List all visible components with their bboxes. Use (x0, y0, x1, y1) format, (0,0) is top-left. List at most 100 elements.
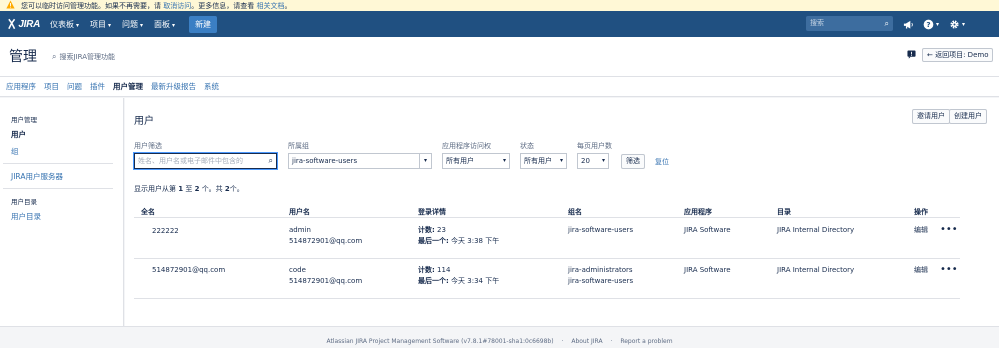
footer-about-link[interactable]: About JIRA (571, 338, 602, 345)
user-fullname-link[interactable]: 222222 (152, 226, 179, 236)
status-select[interactable]: 所有用户 ▾ (520, 153, 567, 169)
quick-search-input[interactable]: 搜索 ⌕ (806, 16, 893, 31)
menu-issues[interactable]: 问题 ▾ (122, 19, 143, 30)
back-to-project-button[interactable]: ← 返回项目: Demo (922, 48, 994, 62)
tab-projects[interactable]: 项目 (44, 81, 59, 92)
tab-system[interactable]: 系统 (204, 81, 219, 92)
results-summary: 显示用户从第 1 至 2 个。共 2个。 (134, 184, 244, 194)
table-row: 222222 admin 514872901@qq.com 计数: 23 最后一… (134, 219, 960, 259)
login-last-value: 今天 3:38 下午 (451, 237, 500, 245)
sidebar-heading-user-directories: 用户目录 (11, 198, 37, 206)
menu-dashboards-label: 仪表板 (50, 19, 74, 29)
per-page-select[interactable]: 20 ▾ (577, 153, 609, 169)
menu-projects-label: 项目 (90, 19, 107, 29)
menu-dashboards[interactable]: 仪表板 ▾ (50, 19, 79, 30)
user-application: JIRA Software (684, 226, 731, 234)
menu-boards[interactable]: 面板 ▾ (154, 19, 175, 30)
group-link[interactable]: jira-administrators (568, 265, 633, 275)
footer-report-link[interactable]: Report a problem (620, 338, 672, 345)
help-icon: ? (923, 19, 934, 29)
menu-projects[interactable]: 项目 ▾ (90, 19, 111, 30)
more-actions-button[interactable]: ••• (940, 264, 958, 275)
banner-text-middle: 。更多信息，请查看 (191, 2, 255, 10)
more-actions-button[interactable]: ••• (940, 224, 958, 235)
user-filter-label: 用户筛选 (134, 142, 162, 150)
admin-search-input[interactable]: ⌕ 搜索JIRA管理功能 (52, 52, 115, 62)
column-username: 用户名 (289, 208, 310, 216)
summary-prefix: 显示用户从第 (134, 185, 176, 193)
group-link[interactable]: jira-software-users (568, 225, 633, 235)
sidebar-item-user-directories[interactable]: 用户目录 (11, 211, 123, 222)
sidebar-divider (3, 188, 113, 189)
user-email-link[interactable]: 514872901@qq.com (289, 276, 362, 286)
megaphone-icon[interactable] (903, 17, 914, 31)
column-directory: 目录 (777, 208, 791, 216)
edit-user-link[interactable]: 编辑 (914, 265, 928, 275)
login-count: 计数: 23 (418, 225, 446, 235)
tab-addons[interactable]: 插件 (90, 81, 105, 92)
quick-search-placeholder: 搜索 (810, 19, 824, 27)
section-heading: 用户 (134, 116, 154, 127)
user-directory: JIRA Internal Directory (777, 226, 855, 234)
user-email-link[interactable]: 514872901@qq.com (289, 236, 362, 246)
cancel-access-link[interactable]: 取消访问 (163, 2, 191, 10)
settings-menu[interactable]: ▾ (949, 17, 965, 31)
user-username: code (289, 266, 306, 274)
help-menu[interactable]: ? ▾ (923, 17, 939, 31)
login-last-label: 最后一个: (418, 277, 449, 285)
feedback-icon[interactable] (907, 50, 916, 59)
column-operations: 操作 (914, 208, 928, 216)
invite-user-button[interactable]: 邀请用户 (912, 109, 950, 124)
edit-user-link[interactable]: 编辑 (914, 225, 928, 235)
login-last: 最后一个: 今天 3:38 下午 (418, 236, 499, 246)
per-page-label: 每页用户数 (577, 142, 612, 150)
group-link[interactable]: jira-software-users (568, 276, 633, 286)
footer-separator: · (610, 338, 613, 345)
chevron-down-icon: ▾ (140, 21, 144, 29)
chevron-down-icon: ▾ (76, 21, 80, 29)
footer-separator: · (561, 338, 564, 345)
chevron-down-icon: ▾ (601, 157, 605, 164)
summary-total-word: 个。共 (201, 185, 223, 193)
status-select-value: 所有用户 (524, 157, 552, 165)
reset-link[interactable]: 复位 (655, 157, 669, 167)
chevron-down-icon: ▾ (936, 20, 940, 28)
login-count-label: 计数: (418, 266, 435, 274)
summary-to-word: 至 (185, 185, 193, 193)
sidebar-item-users[interactable]: 用户 (11, 129, 123, 140)
create-user-button[interactable]: 创建用户 (949, 109, 987, 124)
sidebar-divider (3, 163, 113, 164)
logo-text: JIRA (18, 18, 40, 30)
app-access-label: 应用程序访问权 (442, 142, 491, 150)
app-access-select-value: 所有用户 (446, 157, 474, 165)
user-filter-input[interactable]: 姓名、用户名或电子邮件中包含的 ⌕ (134, 153, 277, 169)
tab-user-management[interactable]: 用户管理 (113, 81, 143, 92)
user-filter-placeholder: 姓名、用户名或电子邮件中包含的 (138, 157, 243, 165)
filter-button[interactable]: 筛选 (621, 154, 645, 169)
sidebar-item-jira-user-server[interactable]: JIRA用户服务器 (11, 171, 123, 182)
docs-link[interactable]: 相关文档 (256, 2, 284, 10)
chevron-down-icon: ▾ (962, 20, 966, 28)
top-navigation: JIRA 仪表板 ▾ 项目 ▾ 问题 ▾ 面板 ▾ 新建 搜索 ⌕ ? ▾ ▾ (0, 11, 999, 37)
login-count-label: 计数: (418, 226, 435, 234)
tab-issues[interactable]: 问题 (67, 81, 82, 92)
login-last-value: 今天 3:34 下午 (451, 277, 500, 285)
user-fullname-link[interactable]: 514872901@qq.com (152, 265, 225, 275)
tab-applications[interactable]: 应用程序 (6, 81, 36, 92)
jira-logo[interactable]: JIRA (6, 18, 40, 30)
create-button[interactable]: 新建 (189, 15, 218, 33)
sidebar-item-groups[interactable]: 组 (11, 146, 123, 157)
summary-suffix: 个。 (229, 185, 244, 193)
chevron-down-icon: ▾ (419, 154, 431, 168)
gear-icon (950, 19, 959, 29)
login-count-value: 114 (437, 266, 451, 274)
tab-upgrade-report[interactable]: 最新升级报告 (151, 81, 196, 92)
app-access-select[interactable]: 所有用户 ▾ (442, 153, 510, 169)
group-select[interactable]: jira-software-users ▾ (288, 153, 432, 169)
footer-product: Atlassian JIRA Project Management Softwa… (326, 338, 554, 345)
column-fullname: 全名 (141, 208, 155, 216)
login-last-label: 最后一个: (418, 237, 449, 245)
summary-from: 1 (178, 185, 184, 193)
warning-icon (6, 0, 15, 9)
main-content: 用户 邀请用户 创建用户 用户筛选 所属组 应用程序访问权 状态 每页用户数 姓… (125, 98, 999, 326)
